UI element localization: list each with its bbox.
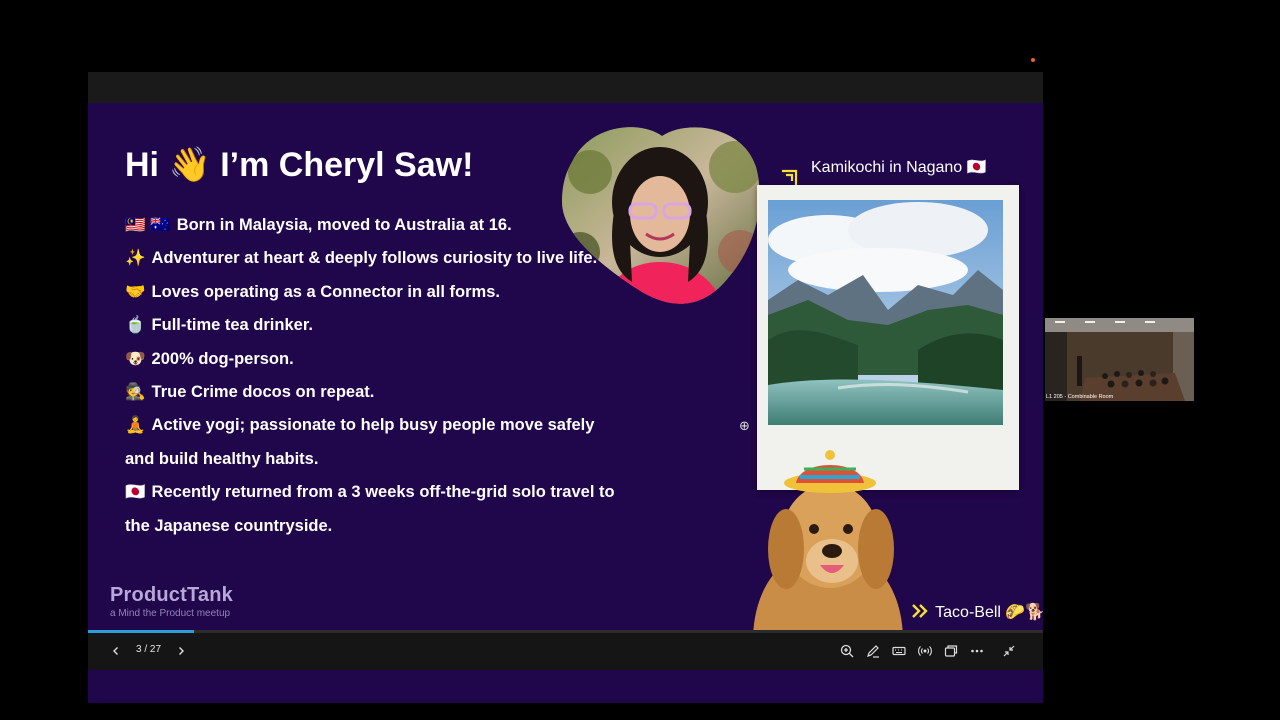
slide-title: Hi 👋 I’m Cheryl Saw! (125, 146, 474, 184)
yoga-icon: 🧘 (125, 416, 146, 435)
bullet-item: 🧘 Active yogi; passionate to help busy pe… (125, 416, 595, 468)
keyboard-button[interactable] (888, 640, 910, 662)
broadcast-button[interactable] (914, 640, 936, 662)
zoom-in-icon (840, 644, 854, 658)
viewer-top-bar (88, 72, 1043, 103)
presentation-viewer: Hi 👋 I’m Cheryl Saw! 🇲🇾 🇦🇺 Born in Malays… (88, 72, 1043, 703)
participant-video-thumbnail[interactable]: L1 205 - Combinable Room (1045, 318, 1194, 401)
viewer-controls: 3 / 27 (88, 633, 1043, 670)
handshake-icon: 🤝 (125, 282, 146, 301)
dog-face-icon: 🐶 (125, 349, 146, 368)
bullet-item: ✨ Adventurer at heart & deeply follows cu… (125, 249, 598, 268)
bullet-item: 🇯🇵 Recently returned from a 3 weeks off-t… (125, 483, 615, 535)
page-indicator: 3 / 27 (136, 644, 162, 655)
bullet-item: 🕵️ True Crime docos on repeat. (125, 383, 375, 402)
bullet-item: 🍵 Full-time tea drinker. (125, 316, 313, 335)
pointer-cursor-icon: ⊕ (739, 418, 750, 433)
detective-icon: 🕵️ (125, 383, 146, 402)
pen-icon (867, 645, 879, 658)
producttank-logo: ProductTank a Mind the Product meetup (110, 584, 233, 619)
sparkles-icon: ✨ (125, 249, 146, 268)
flag-icon: 🇲🇾 🇦🇺 (125, 216, 171, 234)
tea-icon: 🍵 (125, 316, 146, 335)
logo-tagline: a Mind the Product meetup (110, 608, 231, 619)
zoom-button[interactable] (836, 640, 858, 662)
slide: Hi 👋 I’m Cheryl Saw! 🇲🇾 🇦🇺 Born in Malays… (88, 103, 1043, 703)
exit-fullscreen-icon (1003, 645, 1015, 657)
dog-caption: Taco-Bell 🌮🐕 (911, 602, 1043, 622)
chevron-left-icon (113, 647, 118, 655)
dog-caption-text: Taco-Bell 🌮🐕 (935, 604, 1043, 621)
keyboard-icon (892, 646, 906, 656)
previous-slide-button[interactable] (105, 640, 127, 662)
logo-name: ProductTank (110, 584, 233, 606)
broadcast-icon (918, 646, 932, 656)
speaker-portrait (560, 122, 765, 307)
bullet-item: 🇲🇾 🇦🇺 Born in Malaysia, moved to Australi… (125, 216, 512, 234)
photo-caption: Kamikochi in Nagano 🇯🇵 (811, 159, 987, 176)
bullet-item: 🤝 Loves operating as a Connector in all f… (125, 282, 500, 301)
pen-button[interactable] (862, 640, 884, 662)
status-dot (1031, 58, 1035, 62)
participant-label: L1 205 - Combinable Room (1046, 394, 1114, 400)
room-video-frame (1045, 318, 1194, 401)
window-icon (944, 645, 958, 657)
dog-photo (748, 441, 908, 641)
chevron-right-icon (179, 647, 184, 655)
bullet-item: 🐶 200% dog-person. (125, 349, 294, 368)
exit-fullscreen-button[interactable] (998, 640, 1020, 662)
kamikochi-photo (768, 200, 1003, 425)
window-button[interactable] (940, 640, 962, 662)
more-button[interactable] (966, 640, 988, 662)
more-icon (971, 649, 983, 653)
double-chevron-icon (912, 604, 928, 618)
next-slide-button[interactable] (170, 640, 192, 662)
bullet-list: 🇲🇾 🇦🇺 Born in Malaysia, moved to Australi… (125, 209, 615, 543)
japan-flag-icon: 🇯🇵 (125, 483, 146, 502)
